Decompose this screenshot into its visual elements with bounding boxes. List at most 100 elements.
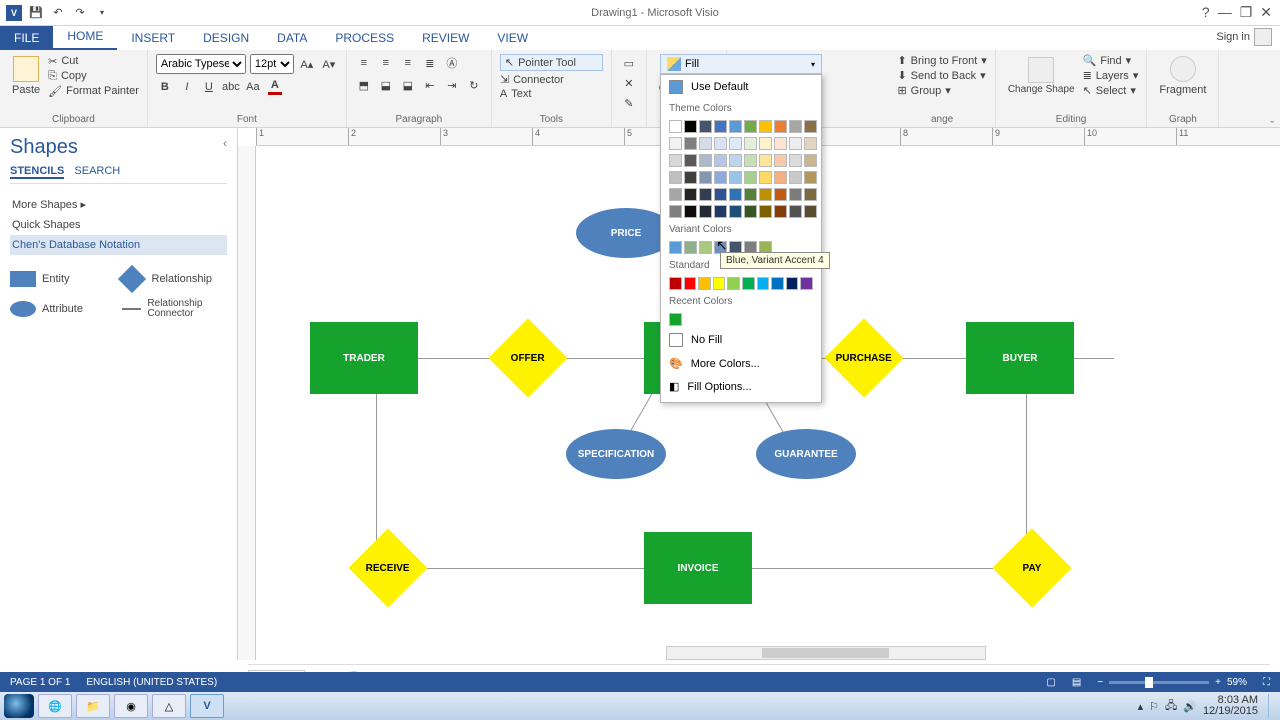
zoom-in-icon[interactable]: + [1215,677,1221,688]
strike-button[interactable]: abc [222,78,240,96]
color-swatch[interactable] [699,137,712,150]
color-swatch[interactable] [729,137,742,150]
color-swatch[interactable] [669,171,682,184]
color-swatch[interactable] [759,205,772,218]
rotate-text-button[interactable]: ↻ [465,76,483,94]
quick-shapes-item[interactable]: Quick Shapes [10,215,227,235]
color-swatch[interactable] [804,137,817,150]
color-swatch[interactable] [713,277,726,290]
tab-file[interactable]: FILE [0,26,53,50]
layers-button[interactable]: ≣Layers ▾ [1083,69,1139,82]
color-swatch[interactable] [669,205,682,218]
language-indicator[interactable]: ENGLISH (UNITED STATES) [86,677,217,688]
color-swatch[interactable] [744,171,757,184]
color-swatch[interactable] [744,137,757,150]
grow-font-button[interactable]: A▴ [298,55,316,73]
color-swatch[interactable] [729,120,742,133]
color-swatch[interactable] [699,241,712,254]
bullets-button[interactable]: ≣ [421,54,439,72]
qat-customize-icon[interactable]: ▾ [94,5,110,21]
color-swatch[interactable] [699,154,712,167]
color-swatch[interactable] [669,188,682,201]
stencils-tab[interactable]: STENCILS [10,165,64,179]
save-icon[interactable]: 💾 [28,5,44,21]
taskbar-visio[interactable]: V [190,694,224,718]
color-swatch[interactable] [729,205,742,218]
scrollbar-thumb[interactable] [762,648,889,658]
send-back-button[interactable]: ⬇Send to Back ▾ [897,69,986,82]
color-swatch[interactable] [684,137,697,150]
relationship-purchase[interactable]: PURCHASE [824,318,903,397]
tab-home[interactable]: HOME [53,24,117,50]
color-swatch[interactable] [774,205,787,218]
color-swatch[interactable] [714,171,727,184]
tray-volume-icon[interactable]: 🔊 [1183,700,1197,713]
color-swatch[interactable] [699,120,712,133]
color-swatch[interactable] [699,205,712,218]
color-swatch[interactable] [786,277,799,290]
color-swatch[interactable] [714,188,727,201]
color-swatch[interactable] [789,205,802,218]
color-swatch[interactable] [669,241,682,254]
color-swatch[interactable] [727,277,740,290]
color-swatch[interactable] [714,120,727,133]
color-swatch[interactable] [804,188,817,201]
zoom-out-icon[interactable]: − [1097,677,1103,688]
restore-button[interactable]: ❐ [1240,4,1253,21]
group-shapes-button[interactable]: ⊞Group ▾ [897,84,986,97]
format-painter-button[interactable]: 🖌Format Painter [48,85,139,98]
color-swatch[interactable] [684,205,697,218]
color-swatch[interactable] [699,188,712,201]
color-swatch[interactable] [804,205,817,218]
color-swatch[interactable] [729,171,742,184]
collapse-pane-icon[interactable]: ‹ [223,136,227,150]
color-swatch[interactable] [714,154,727,167]
no-fill-item[interactable]: No Fill [661,328,821,352]
entity-trader[interactable]: TRADER [310,322,418,394]
tray-up-icon[interactable]: ▴ [1138,700,1144,713]
color-swatch[interactable] [744,154,757,167]
color-swatch[interactable] [789,120,802,133]
tab-view[interactable]: VIEW [483,26,542,50]
color-swatch[interactable] [744,188,757,201]
shape-relationship[interactable]: Relationship [122,269,228,289]
taskbar-ie[interactable]: 🌐 [38,694,72,718]
tab-insert[interactable]: INSERT [117,26,189,50]
color-swatch[interactable] [669,120,682,133]
color-swatch[interactable] [684,171,697,184]
show-desktop-button[interactable] [1268,694,1276,718]
color-swatch[interactable] [804,171,817,184]
shape-entity[interactable]: Entity [10,269,116,289]
bold-button[interactable]: B [156,78,174,96]
color-swatch[interactable] [744,120,757,133]
tab-process[interactable]: PROCESS [321,26,408,50]
find-button[interactable]: 🔍Find ▾ [1083,54,1139,67]
color-swatch[interactable] [729,154,742,167]
tab-design[interactable]: DESIGN [189,26,263,50]
color-swatch[interactable] [771,277,784,290]
more-colors-item[interactable]: 🎨 More Colors... [661,352,821,375]
connector-line[interactable] [711,568,1031,569]
case-button[interactable]: Aa [244,78,262,96]
color-swatch[interactable] [774,188,787,201]
redo-icon[interactable]: ↷ [72,5,88,21]
color-swatch[interactable] [759,120,772,133]
color-swatch[interactable] [684,120,697,133]
entity-buyer[interactable]: BUYER [966,322,1074,394]
connector-tool-button[interactable]: ⇲Connector [500,73,603,86]
zoom-value[interactable]: 59% [1227,677,1247,688]
font-name-select[interactable]: Arabic Typesettin [156,54,246,74]
indent-dec-button[interactable]: ⇤ [421,76,439,94]
color-swatch[interactable] [759,154,772,167]
align-right-button[interactable]: ≡ [399,54,417,72]
use-default-item[interactable]: Use Default [661,75,821,99]
chen-notation-item[interactable]: Chen's Database Notation [10,235,227,255]
fragment-button[interactable]: Fragment [1155,54,1210,98]
start-button[interactable] [4,694,34,718]
color-swatch[interactable] [714,137,727,150]
tab-data[interactable]: DATA [263,26,321,50]
color-swatch[interactable] [684,241,697,254]
attribute-guarantee[interactable]: GUARANTEE [756,429,856,479]
color-swatch[interactable] [789,137,802,150]
attribute-specification[interactable]: SPECIFICATION [566,429,666,479]
